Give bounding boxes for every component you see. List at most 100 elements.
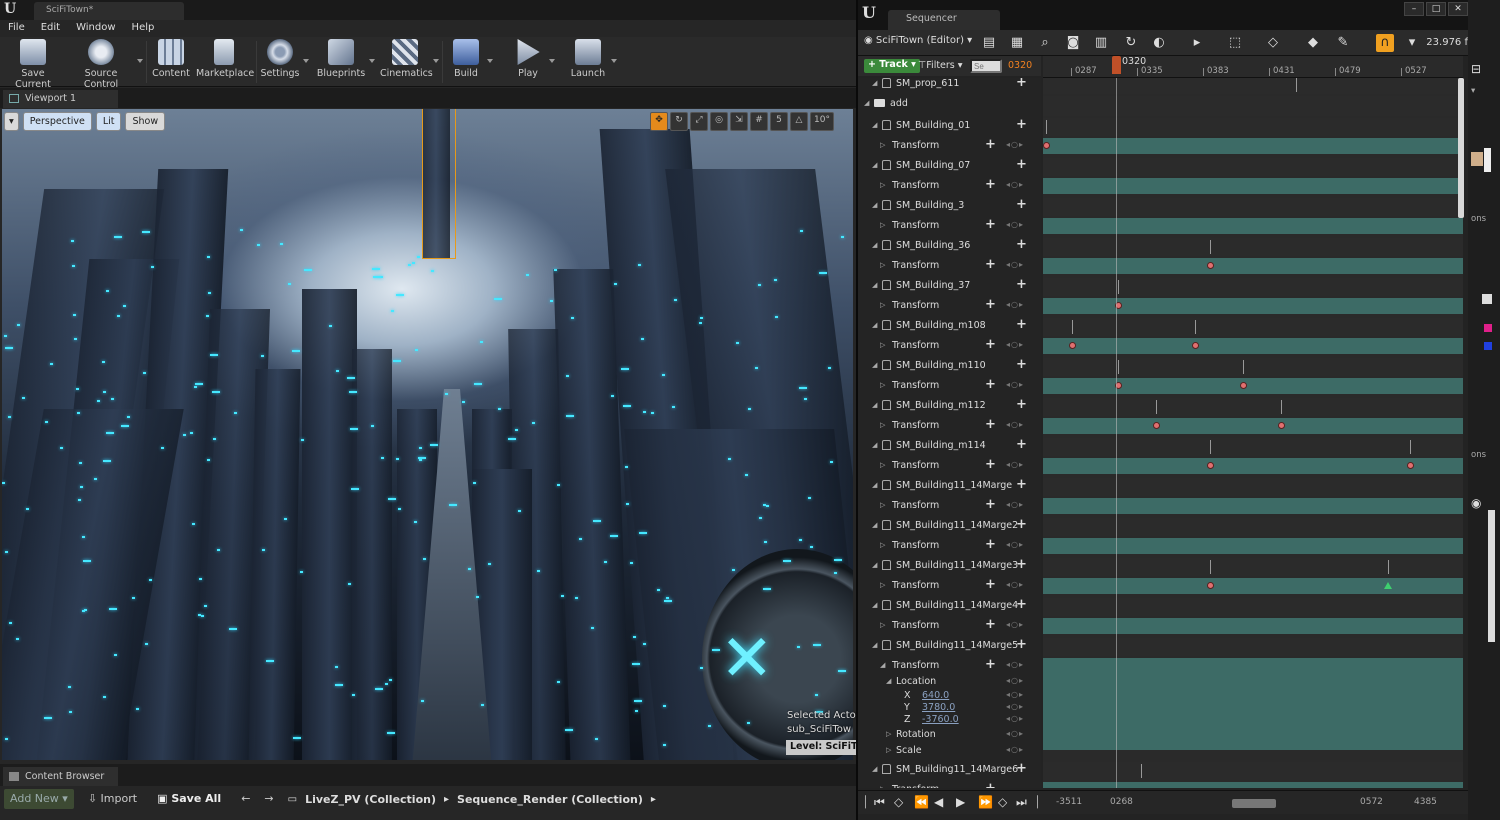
outliner-row-folder[interactable]: ◢ add bbox=[858, 94, 1041, 116]
key-navigation-icon[interactable]: ◂○▸ bbox=[1006, 714, 1024, 723]
keyframe[interactable] bbox=[1153, 422, 1160, 429]
build-button[interactable]: Build bbox=[448, 39, 493, 85]
keyframe[interactable] bbox=[1192, 342, 1199, 349]
chevron-right-icon[interactable]: ▸ bbox=[444, 794, 449, 805]
menu-file[interactable]: File bbox=[0, 20, 33, 37]
add-key-icon[interactable]: + bbox=[985, 137, 996, 152]
expand-arrow-icon[interactable]: ◢ bbox=[872, 401, 877, 409]
key-navigation-icon[interactable]: ◂○▸ bbox=[1006, 660, 1024, 669]
track-lane[interactable] bbox=[1043, 298, 1463, 314]
snap-magnet-icon[interactable]: ∩ bbox=[1376, 34, 1394, 52]
track-lane[interactable] bbox=[1043, 438, 1463, 456]
surface-snap-icon[interactable]: ⇲ bbox=[730, 112, 748, 131]
track-lane[interactable] bbox=[1043, 78, 1463, 94]
expand-arrow-icon[interactable]: ◢ bbox=[872, 765, 877, 773]
translate-icon[interactable]: ✥ bbox=[650, 112, 668, 131]
track-lane[interactable] bbox=[1043, 618, 1463, 634]
show-button[interactable]: Show bbox=[125, 112, 166, 131]
expand-arrow-icon[interactable]: ▷ bbox=[880, 301, 885, 309]
world-local-icon[interactable]: ◎ bbox=[710, 112, 728, 131]
expand-arrow-icon[interactable]: ◢ bbox=[872, 121, 877, 129]
key-navigation-icon[interactable]: ◂○▸ bbox=[1006, 500, 1024, 509]
track-lane[interactable] bbox=[1043, 458, 1463, 474]
track-lane[interactable] bbox=[1043, 398, 1463, 416]
outliner-sub-row[interactable]: X 640.0 ◂○▸ bbox=[858, 690, 1041, 702]
add-key-icon[interactable]: + bbox=[985, 657, 996, 672]
outliner-row-transform[interactable]: ▷ Transform + ◂○▸ bbox=[858, 216, 1041, 236]
outliner-row-transform[interactable]: ▷ Transform + ◂○▸ bbox=[858, 256, 1041, 276]
expand-arrow-icon[interactable]: ▷ bbox=[880, 221, 885, 229]
track-lane[interactable] bbox=[1043, 378, 1463, 394]
add-track-icon[interactable]: + bbox=[1016, 197, 1027, 212]
key-navigation-icon[interactable]: ◂○▸ bbox=[1006, 340, 1024, 349]
outliner-row-transform[interactable]: ▷ Transform + ◂○▸ bbox=[858, 416, 1041, 436]
expand-arrow-icon[interactable]: ◢ bbox=[872, 281, 877, 289]
step-forward-icon[interactable]: ⏩ bbox=[978, 795, 993, 809]
launch-button[interactable]: Launch bbox=[568, 39, 617, 85]
chevron-down-icon[interactable] bbox=[611, 59, 617, 63]
outliner-row-actor[interactable]: ◢ SM_Building_36 + bbox=[858, 236, 1041, 256]
track-lane[interactable] bbox=[1043, 198, 1463, 216]
menu-window[interactable]: Window bbox=[68, 20, 123, 37]
outliner-row-transform[interactable]: ▷ Transform + ◂○▸ bbox=[858, 456, 1041, 476]
keyframe[interactable] bbox=[1407, 462, 1414, 469]
add-key-icon[interactable]: + bbox=[985, 457, 996, 472]
menu-help[interactable]: Help bbox=[124, 20, 163, 37]
outliner-row-actor[interactable]: ◢ SM_Building_3 + bbox=[858, 196, 1041, 216]
outliner-row-actor[interactable]: ◢ SM_Building_m110 + bbox=[858, 356, 1041, 376]
keyframe[interactable] bbox=[1278, 422, 1285, 429]
track-lane[interactable] bbox=[1043, 118, 1463, 136]
save-icon[interactable]: ▤ bbox=[980, 34, 998, 52]
add-key-icon[interactable]: + bbox=[985, 497, 996, 512]
track-lane[interactable] bbox=[1043, 96, 1463, 116]
restore-state-icon[interactable]: ↻ bbox=[1122, 34, 1140, 52]
history-forward-icon[interactable]: → bbox=[264, 789, 279, 809]
track-lane[interactable] bbox=[1043, 782, 1463, 788]
frame-rate[interactable]: 23.976 f bbox=[1426, 37, 1468, 48]
add-track-icon[interactable]: + bbox=[1016, 277, 1027, 292]
outliner-row-transform[interactable]: ▷ Transform + ◂○▸ bbox=[858, 496, 1041, 516]
expand-arrow-icon[interactable]: ▷ bbox=[880, 261, 885, 269]
expand-arrow-icon[interactable]: ▷ bbox=[880, 541, 885, 549]
key-auto-icon[interactable]: ◇ bbox=[1264, 34, 1282, 52]
keyframe[interactable] bbox=[1069, 342, 1076, 349]
add-track-icon[interactable]: + bbox=[1016, 637, 1027, 652]
step-back-icon[interactable]: ⏪ bbox=[914, 795, 929, 809]
pin-icon[interactable]: ⊟ bbox=[1471, 62, 1481, 76]
track-lane[interactable] bbox=[1043, 638, 1463, 656]
add-track-icon[interactable]: + bbox=[1016, 117, 1027, 132]
edit-icon[interactable]: ✎ bbox=[1334, 34, 1352, 52]
add-track-icon[interactable]: + bbox=[1016, 517, 1027, 532]
unreal-logo-icon[interactable]: U bbox=[4, 1, 22, 19]
jump-to-start-icon[interactable]: ⏮ bbox=[874, 795, 885, 810]
scale-row[interactable]: ▷ Scale ◂○▸ bbox=[858, 744, 1041, 758]
blueprints-button[interactable]: Blueprints bbox=[316, 39, 375, 85]
add-track-icon[interactable]: + bbox=[1016, 317, 1027, 332]
timeline-ruler[interactable]: 0287 0335 0383 0431 0479 0527 bbox=[1043, 56, 1463, 78]
expand-arrow-icon[interactable]: ◢ bbox=[880, 661, 885, 669]
view-start-value[interactable]: 0268 bbox=[1110, 797, 1133, 807]
key-navigation-icon[interactable]: ◂○▸ bbox=[1006, 380, 1024, 389]
unreal-logo-icon[interactable]: U bbox=[862, 3, 876, 22]
expand-arrow-icon[interactable]: ◢ bbox=[864, 99, 869, 107]
outliner-row-actor[interactable]: ◢ SM_Building_07 + bbox=[858, 156, 1041, 176]
chevron-down-icon[interactable] bbox=[487, 59, 493, 63]
source-control-button[interactable]: Source Control bbox=[68, 39, 143, 90]
sequence-selector[interactable]: ◉ SciFiTown (Editor) ▾ bbox=[864, 35, 972, 46]
outliner-row-transform[interactable]: ▷ Transform + ◂○▸ bbox=[858, 176, 1041, 196]
track-area[interactable] bbox=[1043, 78, 1463, 788]
track-lane[interactable] bbox=[1043, 318, 1463, 336]
expand-arrow-icon[interactable]: ▷ bbox=[880, 621, 885, 629]
save-current-button[interactable]: Save Current bbox=[4, 39, 62, 90]
panel-scrollbar[interactable] bbox=[1488, 510, 1495, 642]
expand-arrow-icon[interactable]: ▷ bbox=[880, 421, 885, 429]
range-end-icon[interactable]: ⏐ bbox=[1034, 795, 1041, 810]
outliner-row-transform[interactable]: ▷ Transform + ◂○▸ bbox=[858, 296, 1041, 316]
expand-arrow-icon[interactable]: ◢ bbox=[872, 321, 877, 329]
next-key-icon[interactable]: ◇ bbox=[998, 795, 1007, 809]
color-swatch[interactable] bbox=[1471, 152, 1483, 166]
key-all-icon[interactable]: ◆ bbox=[1304, 34, 1322, 52]
track-lane[interactable] bbox=[1043, 158, 1463, 176]
expand-arrow-icon[interactable]: ◢ bbox=[872, 361, 877, 369]
outliner-row-transform[interactable]: ▷ Transform + ◂○▸ bbox=[858, 616, 1041, 636]
